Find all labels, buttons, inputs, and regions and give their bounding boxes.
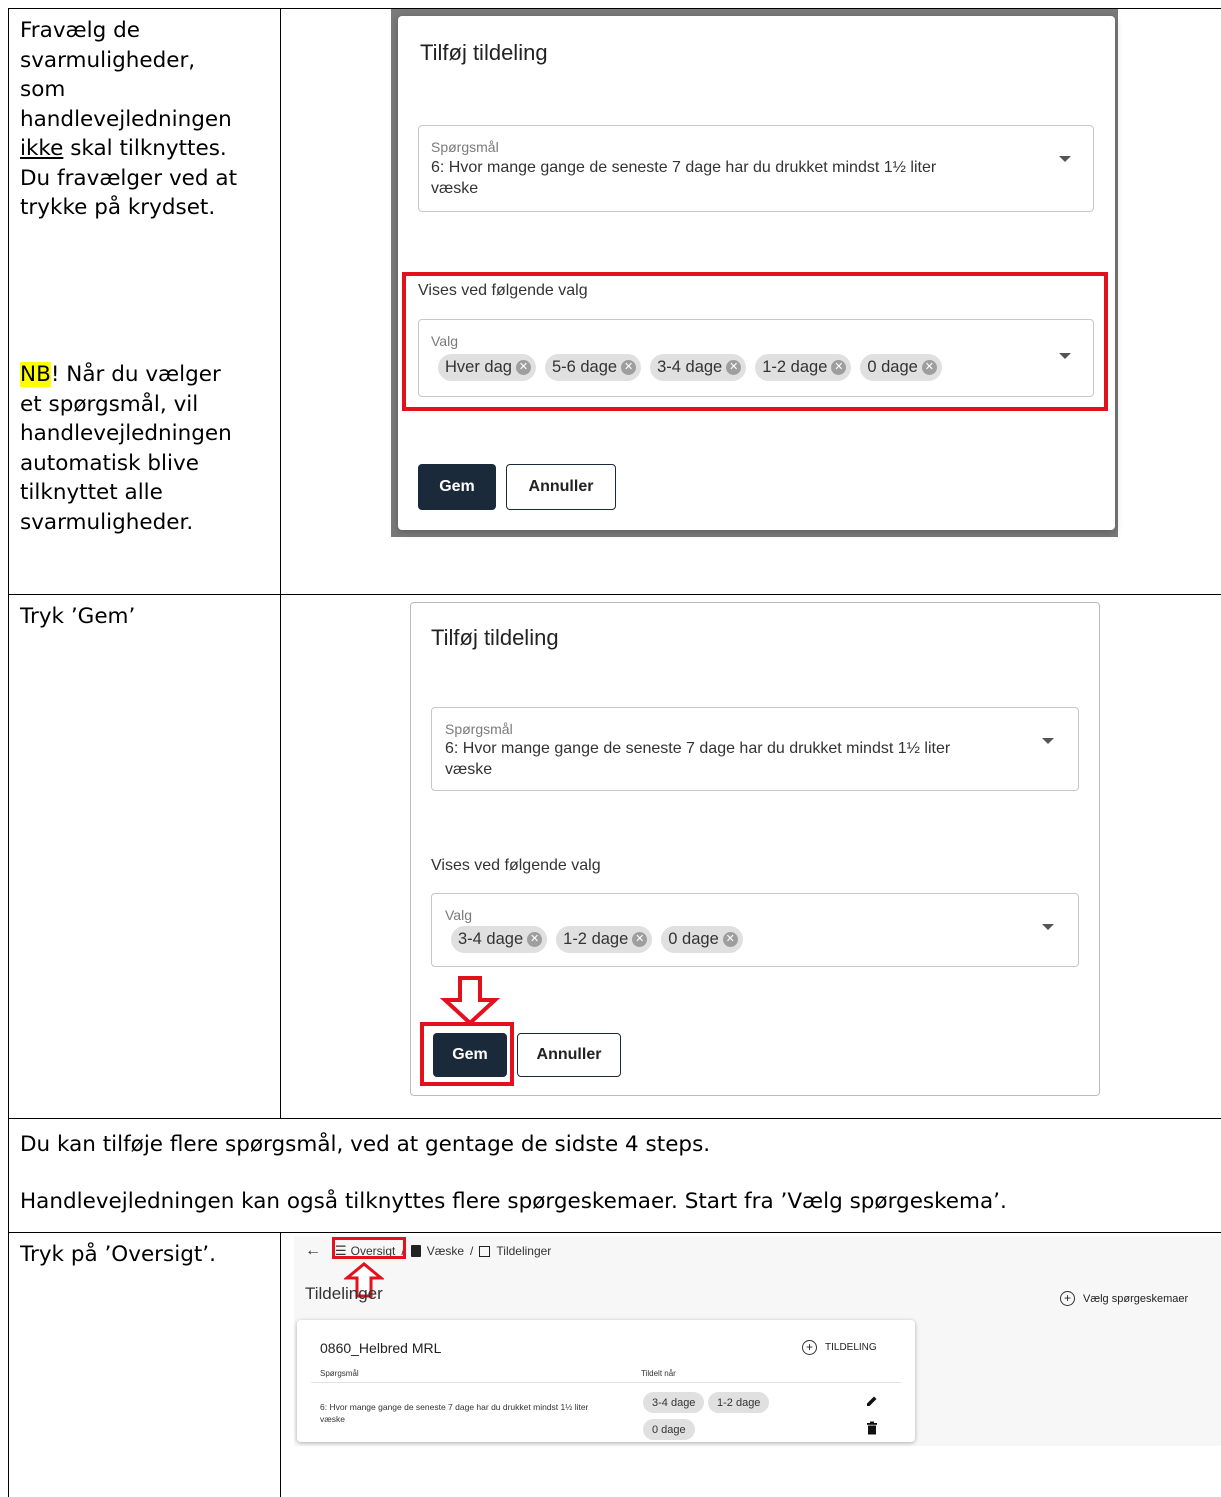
back-icon[interactable]: ← [305,1242,321,1260]
highlight-box [402,272,1108,411]
chip: 0 dage [643,1419,695,1440]
row1-instruction: Fravælg de svarmuligheder, som handlevej… [20,18,237,220]
dialog-title: Tilføj tildeling [431,625,559,650]
crumb-tildelinger[interactable]: Tildelinger [496,1244,551,1258]
table-border-mid-1 [280,8,281,1118]
cancel-button[interactable]: Annuller [517,1033,621,1077]
delete-icon[interactable] [866,1421,878,1435]
question-value: 6: Hvor mange gange de seneste 7 dage ha… [445,740,951,778]
chip: 3-4 dage ✕ [451,926,548,953]
chevron-down-icon[interactable] [1059,156,1071,162]
chevron-down-icon[interactable] [1042,738,1054,744]
row4-instruction: Tryk på ’Oversigt’. [20,1242,216,1267]
chevron-down-icon[interactable] [1042,924,1054,930]
choice-label: Valg [445,907,472,923]
page-title: Tildelinger [305,1284,383,1303]
row3-line2: Handlevejledningen kan også tilknyttes f… [20,1189,1007,1214]
table-row-question: 6: Hvor mange gange de seneste 7 dage ha… [320,1402,589,1424]
table-border-row2 [8,1118,1221,1119]
chip: 1-2 dage [708,1392,770,1413]
arrow-down-icon [440,976,500,1026]
dialog-title: Tilføj tildeling [420,40,548,65]
table-border-row3 [8,1232,1221,1233]
question-label: Spørgsmål [431,139,499,155]
nb-highlight: NB [20,362,51,387]
chip: 0 dage ✕ [661,926,743,953]
column-header-question: Spørgsmål [320,1369,359,1378]
table-border-left [8,8,9,1497]
add-circle-icon: + [1060,1291,1075,1306]
row1-note: NB! Når du vælger et spørgsmål, vil hand… [20,362,232,535]
question-label: Spørgsmål [445,721,513,737]
table-border-row1 [8,594,1221,595]
edit-icon[interactable] [865,1394,879,1408]
row2-instruction: Tryk ’Gem’ [20,604,136,629]
row3-line1: Du kan tilføje flere spørgsmål, ved at g… [20,1132,711,1157]
highlight-box [332,1237,406,1259]
section-label: Vises ved følgende valg [431,857,601,874]
question-select[interactable]: Spørgsmål 6: Hvor mange gange de seneste… [418,125,1094,212]
add-circle-icon: + [802,1340,817,1355]
add-assignment-button[interactable]: + TILDELING [802,1340,877,1355]
close-icon[interactable]: ✕ [722,932,738,947]
crumb-separator: / [470,1244,474,1258]
chip: 1-2 dage ✕ [556,926,653,953]
card-title: 0860_Helbred MRL [320,1340,442,1356]
highlight-box [420,1022,514,1086]
document-icon [410,1245,421,1257]
select-questionnaires-button[interactable]: + Vælg spørgeskemaer [1060,1291,1188,1306]
emphasis-ikke: ikke [20,136,64,161]
questionnaire-card: 0860_Helbred MRL + TILDELING Spørgsmål T… [297,1320,915,1442]
divider [311,1382,901,1383]
crumb-vaeske[interactable]: Væske [427,1244,464,1258]
close-icon[interactable]: ✕ [632,932,648,947]
column-header-assigned: Tildelt når [641,1369,676,1378]
choice-select[interactable]: Valg 3-4 dage ✕ 1-2 dage ✕ 0 dage ✕ [431,893,1079,967]
table-icon [479,1245,491,1257]
table-border-mid-2 [280,1232,281,1497]
chip: 3-4 dage [643,1392,705,1413]
question-select[interactable]: Spørgsmål 6: Hvor mange gange de seneste… [431,707,1079,791]
question-value: 6: Hvor mange gange de seneste 7 dage ha… [431,159,937,197]
choice-chips: 3-4 dage ✕ 1-2 dage ✕ 0 dage ✕ [451,926,743,953]
cancel-button[interactable]: Annuller [506,464,616,510]
save-button[interactable]: Gem [418,464,496,510]
close-icon[interactable]: ✕ [527,932,543,947]
